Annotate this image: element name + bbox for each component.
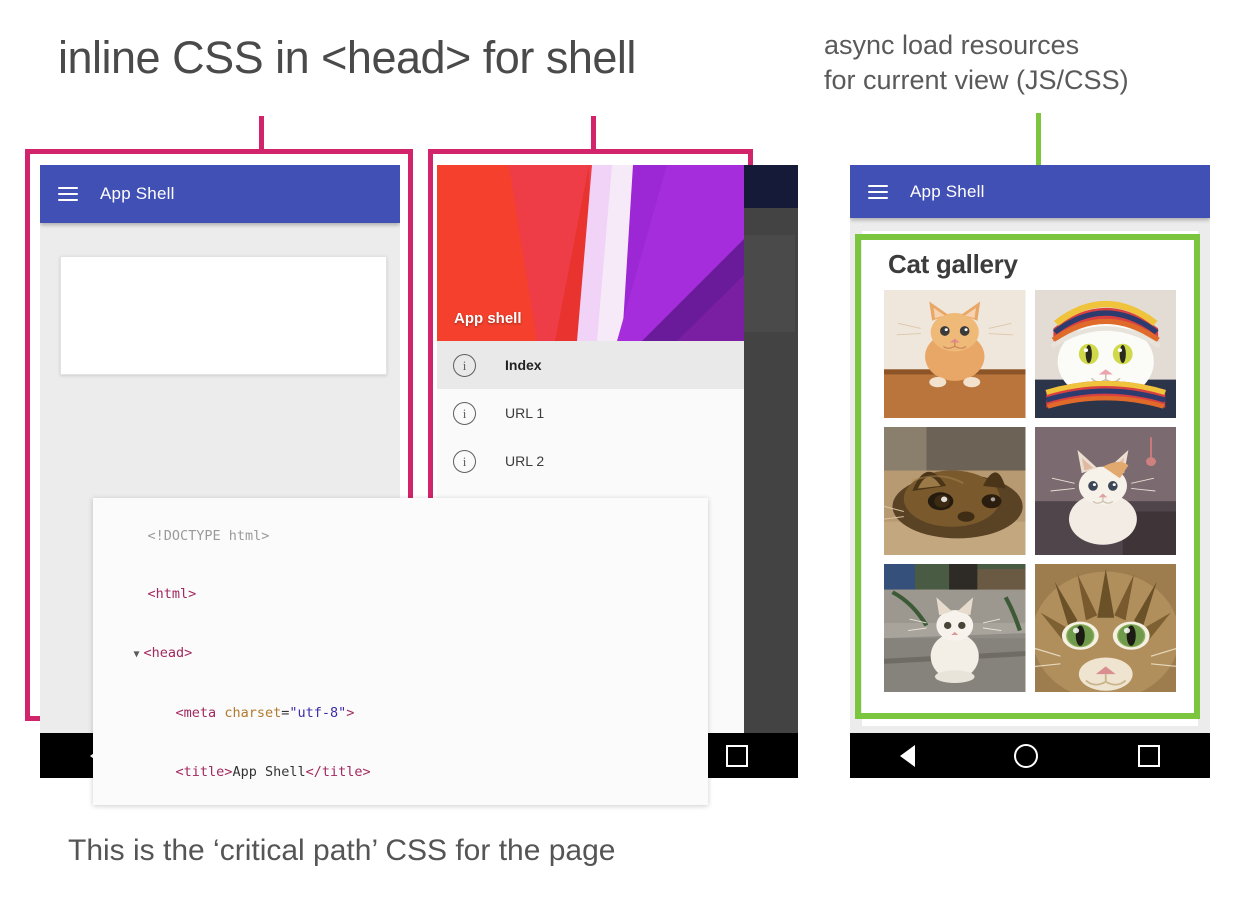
code-token-title-text: App Shell <box>232 764 305 780</box>
code-line[interactable]: <title>App Shell</title> <box>93 743 708 802</box>
drawer-item-index[interactable]: i Index <box>437 341 744 389</box>
drawer-item-label: Index <box>505 357 542 373</box>
connector-line-right <box>591 116 596 152</box>
code-token-title-tag: title <box>184 764 225 780</box>
android-navbar-right <box>850 733 1210 778</box>
info-circle-icon: i <box>453 450 476 473</box>
code-token-meta: meta <box>184 705 217 721</box>
code-punct: > <box>363 764 371 780</box>
devtools-elements-panel: <!DOCTYPE html> <html> ▼<head> <meta cha… <box>93 498 708 805</box>
annotation-box-async-content <box>855 234 1200 719</box>
code-token-val-utf8: "utf-8" <box>289 705 346 721</box>
disclosure-triangle-down-icon[interactable]: ▼ <box>134 649 140 660</box>
code-token-title-close: title <box>322 764 363 780</box>
code-token-head-open: <head> <box>144 645 193 661</box>
code-line[interactable]: <meta charset="utf-8"> <box>93 684 708 743</box>
info-circle-icon: i <box>453 354 476 377</box>
home-circle-icon[interactable] <box>1014 744 1038 768</box>
code-punct: < <box>176 705 184 721</box>
code-line[interactable]: <html> <box>93 566 708 625</box>
code-line-head[interactable]: ▼ <head> <box>93 625 708 685</box>
info-circle-icon: i <box>453 402 476 425</box>
connector-line-left <box>259 116 264 152</box>
code-punct: </ <box>306 764 322 780</box>
async-load-note: async load resources for current view (J… <box>824 28 1244 97</box>
async-load-note-line-2: for current view (JS/CSS) <box>824 63 1244 98</box>
hamburger-icon[interactable] <box>868 185 888 199</box>
code-token-attr-charset: charset <box>224 705 281 721</box>
hamburger-icon[interactable] <box>58 187 78 201</box>
code-token-html-open: <html> <box>148 586 197 602</box>
placeholder-card <box>60 256 387 375</box>
appbar-left: App Shell <box>40 165 400 223</box>
async-load-note-line-1: async load resources <box>824 28 1244 63</box>
drawer-item-url-1[interactable]: i URL 1 <box>437 389 744 437</box>
appbar-right: App Shell <box>850 165 1210 218</box>
back-triangle-icon[interactable] <box>900 745 915 767</box>
drawer-header: App shell <box>437 165 744 341</box>
page-title: inline CSS in <head> for shell <box>58 32 818 84</box>
code-punct: < <box>176 764 184 780</box>
drawer-item-label: URL 1 <box>505 405 544 421</box>
recents-square-icon[interactable] <box>726 745 748 767</box>
code-punct: > <box>346 705 354 721</box>
bottom-caption: This is the ‘critical path’ CSS for the … <box>68 834 828 868</box>
code-token-doctype: <!DOCTYPE html> <box>148 528 270 544</box>
appbar-title-right: App Shell <box>910 182 985 202</box>
drawer-item-label: URL 2 <box>505 453 544 469</box>
recents-square-icon[interactable] <box>1138 745 1160 767</box>
drawer-header-label: App shell <box>454 310 522 327</box>
drawer-item-url-2[interactable]: i URL 2 <box>437 437 744 485</box>
appbar-title-left: App Shell <box>100 184 175 204</box>
code-line[interactable]: <meta http-equiv="X-UA-Compatible" conte… <box>93 802 708 805</box>
code-line[interactable]: <!DOCTYPE html> <box>93 507 708 566</box>
